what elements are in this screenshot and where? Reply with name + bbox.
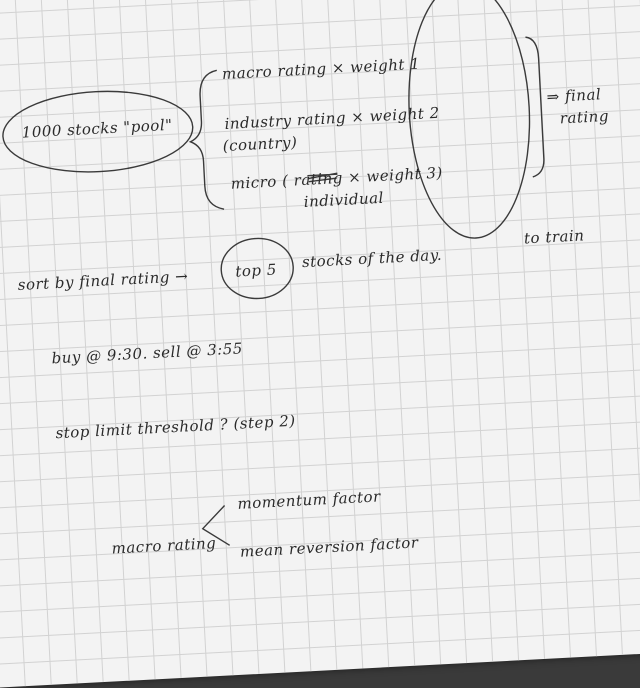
to-train: to train (523, 226, 585, 248)
top5-label: top 5 (234, 260, 278, 281)
notebook-page: 1000 stocks "pool" macro rating × weight… (0, 0, 640, 688)
final-label-2: rating (559, 106, 610, 128)
pen-strokes (2, 0, 545, 546)
left-brace (188, 69, 225, 210)
final-label: ⇒ final (546, 85, 602, 107)
right-bracket (525, 36, 545, 178)
